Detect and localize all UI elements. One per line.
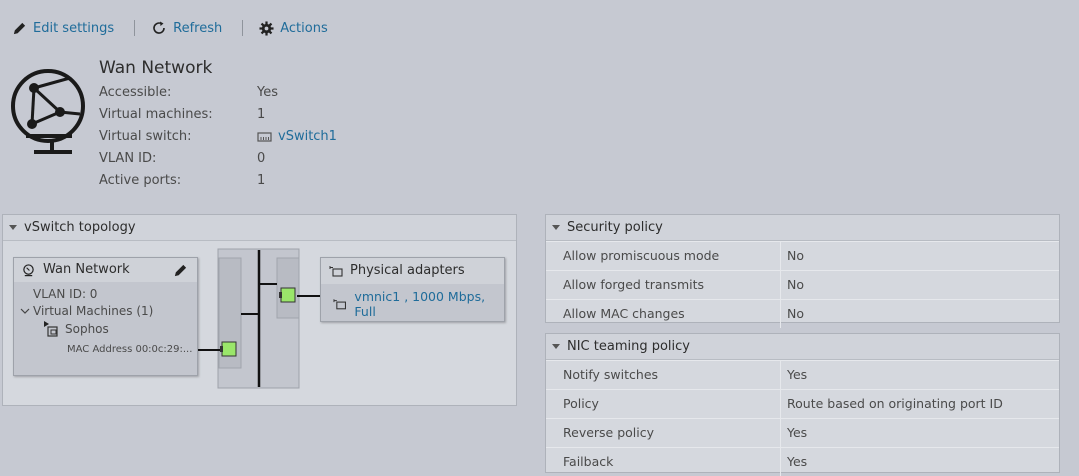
vm-name: Sophos bbox=[65, 322, 109, 336]
policy-label: Failback bbox=[546, 448, 781, 476]
nic-icon bbox=[329, 266, 343, 277]
virtual-machines-toggle[interactable]: Virtual Machines (1) bbox=[20, 304, 153, 318]
nic-teaming-title: NIC teaming policy bbox=[567, 339, 690, 354]
policy-value: Yes bbox=[787, 425, 808, 440]
pencil-icon bbox=[13, 22, 26, 34]
policy-row: Allow MAC changes No bbox=[546, 299, 1059, 328]
vm-item[interactable]: Sophos bbox=[44, 321, 109, 337]
property-row: Accessible: Yes bbox=[99, 82, 337, 104]
policy-label: Policy bbox=[546, 390, 781, 418]
policy-row: Notify switches Yes bbox=[546, 360, 1059, 389]
policy-value: No bbox=[787, 248, 804, 263]
vlan-id-text: VLAN ID: 0 bbox=[33, 287, 98, 301]
network-globe-icon bbox=[11, 69, 85, 154]
policy-value: No bbox=[787, 277, 804, 292]
policy-value: Yes bbox=[787, 367, 808, 382]
actions-button[interactable]: Actions bbox=[259, 21, 328, 36]
property-row: Active ports: 1 bbox=[99, 170, 337, 192]
property-value: Yes bbox=[257, 85, 278, 100]
property-label: VLAN ID: bbox=[99, 151, 157, 166]
network-title: Wan Network bbox=[99, 58, 213, 78]
policy-row: Allow promiscuous mode No bbox=[546, 241, 1059, 270]
portgroup-header: Wan Network bbox=[14, 258, 197, 282]
vswitch-link-label: vSwitch1 bbox=[278, 129, 337, 144]
toolbar-divider bbox=[134, 20, 136, 36]
security-policy-title: Security policy bbox=[567, 220, 663, 235]
topology-panel-header[interactable]: vSwitch topology bbox=[3, 215, 516, 241]
property-value: 0 bbox=[257, 151, 266, 166]
refresh-label: Refresh bbox=[173, 20, 223, 36]
property-row: Virtual switch: vSwitch1 bbox=[99, 126, 337, 148]
policy-row: Policy Route based on originating port I… bbox=[546, 389, 1059, 418]
policy-label: Reverse policy bbox=[546, 419, 781, 447]
property-row: VLAN ID: 0 bbox=[99, 148, 337, 170]
portgroup-name: Wan Network bbox=[43, 262, 130, 277]
collapse-caret-icon[interactable] bbox=[552, 344, 560, 349]
virtual-machines-label: Virtual Machines (1) bbox=[33, 304, 154, 318]
gear-icon bbox=[259, 20, 274, 36]
property-label: Virtual machines: bbox=[99, 107, 213, 122]
policy-row: Allow forged transmits No bbox=[546, 270, 1059, 299]
security-policy-header[interactable]: Security policy bbox=[546, 215, 1059, 241]
nic-teaming-panel: NIC teaming policy Notify switches Yes P… bbox=[545, 333, 1060, 476]
edit-settings-label: Edit settings bbox=[33, 20, 115, 36]
uplink-port-icon bbox=[279, 287, 296, 303]
nic-teaming-header[interactable]: NIC teaming policy bbox=[546, 334, 1059, 360]
policy-label: Notify switches bbox=[546, 361, 781, 389]
switch-icon bbox=[257, 131, 272, 142]
policy-row: Reverse policy Yes bbox=[546, 418, 1059, 447]
network-icon bbox=[23, 263, 34, 276]
toolbar: Edit settings Refresh Actions bbox=[12, 16, 328, 40]
property-value: 1 bbox=[257, 173, 266, 188]
topology-panel-title: vSwitch topology bbox=[24, 220, 136, 235]
toolbar-divider bbox=[242, 20, 244, 36]
policy-value: Route based on originating port ID bbox=[787, 396, 1003, 411]
nic-icon bbox=[333, 299, 346, 310]
property-row: Virtual machines: 1 bbox=[99, 104, 337, 126]
collapse-caret-icon[interactable] bbox=[552, 225, 560, 230]
actions-label: Actions bbox=[280, 20, 328, 36]
vm-port-icon bbox=[220, 341, 237, 357]
property-label: Virtual switch: bbox=[99, 129, 192, 144]
policy-row: Failback Yes bbox=[546, 447, 1059, 476]
policy-label: Allow forged transmits bbox=[546, 271, 781, 299]
policy-label: Allow promiscuous mode bbox=[546, 242, 781, 270]
policy-value: Yes bbox=[787, 454, 808, 469]
policy-value: No bbox=[787, 306, 804, 321]
physical-adapters-title: Physical adapters bbox=[350, 263, 465, 278]
portgroup-box[interactable]: Wan Network VLAN ID: 0 Virtual Machines … bbox=[13, 257, 198, 376]
property-label: Active ports: bbox=[99, 173, 182, 188]
nic-label: vmnic1 , 1000 Mbps, Full bbox=[354, 289, 486, 319]
network-properties: Accessible: Yes Virtual machines: 1 Virt… bbox=[99, 82, 337, 192]
security-policy-panel: Security policy Allow promiscuous mode N… bbox=[545, 214, 1060, 328]
edit-pencil-icon[interactable] bbox=[173, 263, 188, 278]
mac-address-text: MAC Address 00:0c:29:... bbox=[67, 344, 193, 355]
edit-settings-button[interactable]: Edit settings bbox=[12, 21, 114, 36]
physical-adapters-box[interactable]: Physical adapters vmnic1 , 1000 Mbps, Fu… bbox=[320, 257, 505, 322]
physical-adapters-header: Physical adapters bbox=[321, 258, 504, 284]
chevron-down-icon bbox=[20, 308, 30, 314]
refresh-icon bbox=[153, 21, 165, 34]
vswitch-link[interactable]: vSwitch1 bbox=[257, 126, 337, 148]
policy-label: Allow MAC changes bbox=[546, 300, 781, 328]
collapse-caret-icon[interactable] bbox=[9, 225, 17, 230]
property-label: Accessible: bbox=[99, 85, 172, 100]
nic-item[interactable]: vmnic1 , 1000 Mbps, Full bbox=[333, 289, 504, 319]
refresh-button[interactable]: Refresh bbox=[151, 20, 222, 36]
vm-icon bbox=[44, 321, 58, 337]
property-value: 1 bbox=[257, 107, 266, 122]
